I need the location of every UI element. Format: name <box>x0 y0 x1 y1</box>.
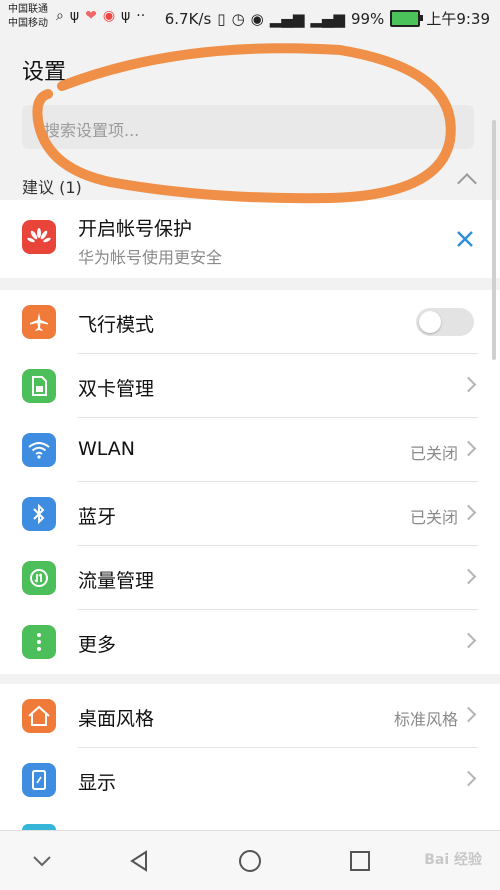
network-speed: 6.7K/s <box>164 9 212 28</box>
settings-row-bluetooth[interactable]: 蓝牙 已关闭 <box>0 482 500 546</box>
display-icon <box>22 763 56 797</box>
back-icon[interactable] <box>126 847 154 875</box>
signal-icon: ▂▄▆ <box>269 9 305 28</box>
suggestion-title: 开启帐号保护 <box>78 218 193 240</box>
notification-icons: ⌕ ψ ❤ ◉ ψ ·· <box>56 8 145 24</box>
chevron-up-icon[interactable] <box>457 173 477 193</box>
settings-row-data-usage[interactable]: 流量管理 <box>0 546 500 610</box>
search-icon: ⌕ <box>56 8 64 24</box>
status-bar: 中国联通 中国移动 ⌕ ψ ❤ ◉ ψ ·· 6.7K/s ▯ ◷ ◉ ▂▄▆ … <box>0 0 500 36</box>
toggle-knob <box>419 311 441 333</box>
airplane-icon <box>22 305 56 339</box>
search-input[interactable]: 搜索设置项... <box>22 105 474 149</box>
usb-icon: ψ <box>69 8 80 24</box>
chevron-right-icon <box>460 706 477 723</box>
battery-percent: 99% <box>350 9 385 28</box>
chevron-right-icon <box>460 632 477 649</box>
row-title: WLAN <box>78 438 136 460</box>
chevron-right-icon <box>460 568 477 585</box>
airplane-toggle[interactable] <box>416 308 474 336</box>
close-icon[interactable] <box>454 228 476 250</box>
suggestions-header[interactable]: 建议 (1) <box>0 162 500 200</box>
battery-icon <box>390 10 424 27</box>
search-placeholder: 搜索设置项... <box>44 121 140 140</box>
row-value: 标准风格 <box>393 710 458 729</box>
row-title: 双卡管理 <box>78 378 155 400</box>
chevron-right-icon <box>460 376 477 393</box>
settings-group-1: 飞行模式 双卡管理 WLAN 已关闭 蓝牙 已关闭 流量管理 更多 <box>0 290 500 674</box>
eye-icon: ◉ <box>250 9 264 28</box>
settings-row-more[interactable]: 更多 <box>0 610 500 674</box>
recents-icon[interactable] <box>346 847 374 875</box>
row-title: 桌面风格 <box>78 708 155 730</box>
alarm-icon: ◷ <box>231 9 245 28</box>
settings-row-wlan[interactable]: WLAN 已关闭 <box>0 418 500 482</box>
settings-row-sim[interactable]: 双卡管理 <box>0 354 500 418</box>
status-right: 6.7K/s ▯ ◷ ◉ ▂▄▆ ▂▄▆ 99% 上午9:39 <box>165 8 490 29</box>
suggestions-label: 建议 (1) <box>22 178 82 197</box>
usb-icon-2: ψ <box>121 8 131 24</box>
chevron-right-icon <box>460 504 477 521</box>
more-icon <box>22 625 56 659</box>
navigation-bar: Bai 经验 <box>0 830 500 890</box>
settings-row-airplane[interactable]: 飞行模式 <box>0 290 500 354</box>
signal-icon-2: ▂▄▆ <box>310 9 345 28</box>
wifi-icon <box>22 433 56 467</box>
row-title: 飞行模式 <box>78 314 155 336</box>
row-title: 蓝牙 <box>78 506 117 528</box>
settings-row-display[interactable]: 显示 <box>0 748 500 812</box>
carrier-2: 中国移动 <box>8 18 48 29</box>
row-title: 更多 <box>78 634 117 656</box>
dots-icon: ·· <box>136 8 146 24</box>
row-value: 已关闭 <box>409 444 458 463</box>
chevron-right-icon <box>460 770 477 787</box>
clock: 上午9:39 <box>426 10 490 28</box>
row-title: 显示 <box>78 772 117 794</box>
page-title: 设置 <box>22 60 67 85</box>
carrier-1: 中国联通 <box>8 4 48 15</box>
row-value: 已关闭 <box>409 508 458 527</box>
home-button-icon[interactable] <box>236 847 264 875</box>
header: 设置 <box>0 36 500 98</box>
home-icon <box>22 699 56 733</box>
watermark: Bai 经验 <box>424 852 482 868</box>
suggestion-card[interactable]: 开启帐号保护 华为帐号使用更安全 <box>0 200 500 278</box>
chevron-down-icon[interactable] <box>28 847 56 875</box>
suggestion-subtitle: 华为帐号使用更安全 <box>78 248 223 267</box>
vibrate-icon: ▯ <box>217 9 226 28</box>
carrier-info: 中国联通 中国移动 <box>8 3 48 31</box>
weibo-icon: ◉ <box>102 8 116 24</box>
bluetooth-icon <box>22 497 56 531</box>
chevron-right-icon <box>460 440 477 457</box>
data-usage-icon <box>22 561 56 595</box>
huawei-logo-icon <box>22 220 56 254</box>
scrollbar[interactable] <box>492 120 496 360</box>
settings-group-2: 桌面风格 标准风格 显示 <box>0 684 500 830</box>
sim-icon <box>22 369 56 403</box>
settings-row-home-style[interactable]: 桌面风格 标准风格 <box>0 684 500 748</box>
row-title: 流量管理 <box>78 570 155 592</box>
heart-app-icon: ❤ <box>85 8 97 24</box>
